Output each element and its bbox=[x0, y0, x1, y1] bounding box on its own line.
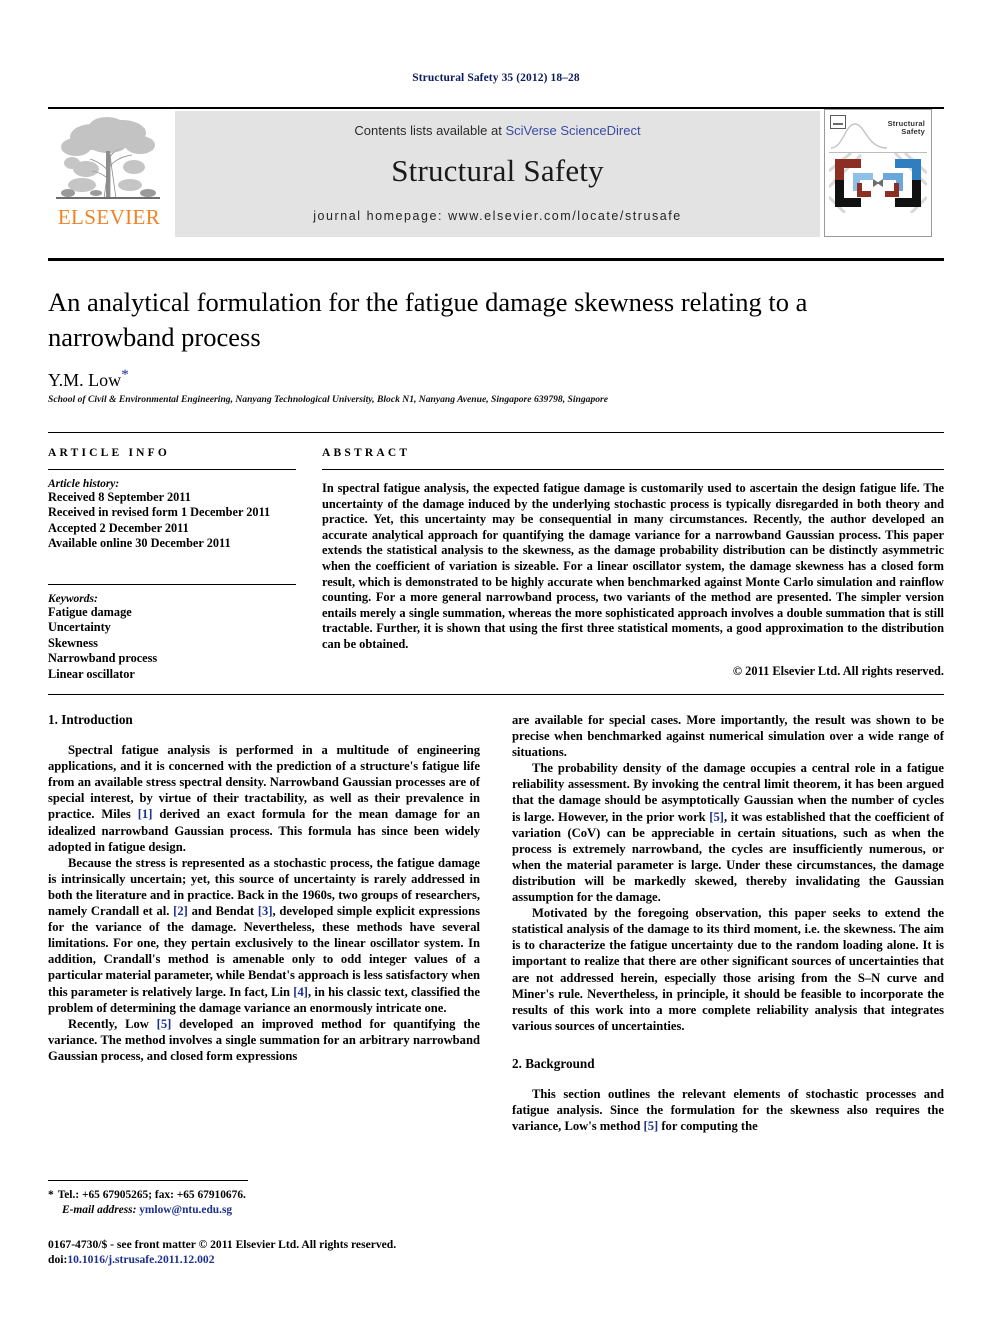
history-item: Received in revised form 1 December 2011 bbox=[48, 505, 271, 520]
doi-line: doi:10.1016/j.strusafe.2011.12.002 bbox=[48, 1253, 548, 1268]
doi-label: doi: bbox=[48, 1252, 68, 1266]
author-label: Y.M. Low bbox=[48, 370, 122, 390]
footnote-contact-line: * Tel.: +65 67905265; fax: +65 67910676. bbox=[48, 1188, 480, 1203]
sciencedirect-link[interactable]: SciVerse ScienceDirect bbox=[505, 123, 640, 138]
paragraph: are available for special cases. More im… bbox=[512, 713, 944, 760]
title-top-rule bbox=[48, 258, 944, 261]
keyword-item: Linear oscillator bbox=[48, 667, 135, 681]
abstract-column: ABSTRACT In spectral fatigue analysis, t… bbox=[322, 447, 944, 679]
keyword-item: Narrowband process bbox=[48, 651, 158, 666]
elsevier-tree-icon bbox=[56, 117, 160, 200]
paragraph-text: and Bendat bbox=[187, 904, 258, 919]
bell-curve-icon bbox=[830, 123, 888, 149]
keyword-item: Uncertainty bbox=[48, 620, 111, 635]
keywords-rule bbox=[48, 583, 296, 585]
author-name: Y.M. Low* bbox=[48, 367, 129, 391]
journal-masthead: ELSEVIER Contents lists available at Sci… bbox=[48, 109, 944, 237]
abstract-rule bbox=[322, 469, 944, 470]
article-info-heading: ARTICLE INFO bbox=[48, 447, 171, 459]
footnote-email-line: E-mail address: ymlow@ntu.edu.sg bbox=[48, 1203, 480, 1218]
journal-homepage-link[interactable]: journal homepage: www.elsevier.com/locat… bbox=[175, 209, 820, 223]
journal-cover-inner: Structural Safety bbox=[829, 114, 927, 232]
paragraph: The probability density of the damage oc… bbox=[512, 760, 944, 905]
history-item: Received 8 September 2011 bbox=[48, 490, 191, 504]
paragraph: Recently, Low [5] developed an improved … bbox=[48, 1016, 480, 1064]
paragraph-text: for computing the bbox=[658, 1119, 758, 1134]
citation-ref[interactable]: [5] bbox=[644, 1119, 659, 1133]
paragraph: This section outlines the relevant eleme… bbox=[512, 1086, 944, 1134]
footnote-marker: * bbox=[48, 1189, 54, 1201]
abstract-heading: ABSTRACT bbox=[322, 447, 411, 459]
article-info-column: ARTICLE INFO Article history: Received 8… bbox=[48, 447, 296, 683]
contents-lists-prefix: Contents lists available at bbox=[354, 123, 506, 138]
elsevier-logo: ELSEVIER bbox=[48, 111, 170, 237]
body-top-rule bbox=[48, 694, 944, 695]
running-head: Structural Safety 35 (2012) 18–28 bbox=[412, 72, 580, 84]
keyword-item: Skewness bbox=[48, 635, 98, 650]
journal-cover-title: Structural Safety bbox=[887, 119, 925, 136]
citation-ref[interactable]: [4] bbox=[293, 985, 308, 999]
article-info-rule bbox=[48, 469, 296, 470]
paragraph: Motivated by the foregoing observation, … bbox=[512, 906, 944, 1033]
email-link[interactable]: ymlow@ntu.edu.sg bbox=[139, 1204, 232, 1216]
footnote-rule bbox=[48, 1180, 248, 1181]
abstract-text: In spectral fatigue analysis, the expect… bbox=[322, 481, 944, 651]
journal-cover-header: Structural Safety bbox=[829, 114, 927, 152]
doi-link[interactable]: 10.1016/j.strusafe.2011.12.002 bbox=[67, 1253, 214, 1266]
body-column-right: are available for special cases. More im… bbox=[512, 712, 944, 1134]
email-label: E-mail address: bbox=[62, 1204, 137, 1216]
author-affiliation: School of Civil & Environmental Engineer… bbox=[48, 394, 609, 405]
citation-ref[interactable]: [3] bbox=[258, 904, 273, 918]
journal-banner: Contents lists available at SciVerse Sci… bbox=[175, 111, 820, 237]
paragraph-text: Recently, Low bbox=[68, 1016, 157, 1031]
article-history-label: Article history: bbox=[48, 478, 120, 490]
section-heading-background: 2. Background bbox=[512, 1055, 595, 1071]
info-top-rule bbox=[48, 432, 944, 433]
journal-cover-thumbnail[interactable]: Structural Safety bbox=[824, 109, 932, 237]
cover-geometric-pattern-icon bbox=[829, 153, 927, 213]
section-heading-introduction: 1. Introduction bbox=[48, 712, 133, 727]
elsevier-wordmark: ELSEVIER bbox=[57, 205, 161, 229]
citation-ref[interactable]: [5] bbox=[157, 1017, 172, 1031]
footnote-block: * Tel.: +65 67905265; fax: +65 67910676. … bbox=[48, 1188, 480, 1218]
history-item: Accepted 2 December 2011 bbox=[48, 520, 189, 535]
citation-ref[interactable]: [2] bbox=[173, 904, 188, 918]
body-column-left: 1. Introduction Spectral fatigue analysi… bbox=[48, 712, 480, 1064]
keyword-item: Fatigue damage bbox=[48, 604, 132, 619]
journal-cover-artwork bbox=[829, 153, 927, 213]
paragraph: Because the stress is represented as a s… bbox=[48, 855, 480, 1016]
journal-title: Structural Safety bbox=[391, 153, 604, 188]
page-title: An analytical formulation for the fatigu… bbox=[48, 287, 808, 352]
footer-block: 0167-4730/$ - see front matter © 2011 El… bbox=[48, 1238, 548, 1267]
contents-lists-line: Contents lists available at SciVerse Sci… bbox=[175, 123, 820, 138]
citation-ref[interactable]: [1] bbox=[138, 807, 153, 821]
history-item: Available online 30 December 2011 bbox=[48, 536, 231, 551]
document-page: Structural Safety 35 (2012) 18–28 ELSEVI… bbox=[0, 0, 992, 1323]
front-matter-line: 0167-4730/$ - see front matter © 2011 El… bbox=[48, 1238, 397, 1251]
footnote-contact: Tel.: +65 67905265; fax: +65 67910676. bbox=[57, 1189, 246, 1201]
paragraph: Spectral fatigue analysis is performed i… bbox=[48, 742, 480, 855]
abstract-copyright: © 2011 Elsevier Ltd. All rights reserved… bbox=[732, 663, 944, 678]
corresponding-author-marker: * bbox=[121, 367, 129, 383]
keywords-label: Keywords: bbox=[48, 592, 98, 605]
citation-ref[interactable]: [5] bbox=[709, 810, 724, 824]
